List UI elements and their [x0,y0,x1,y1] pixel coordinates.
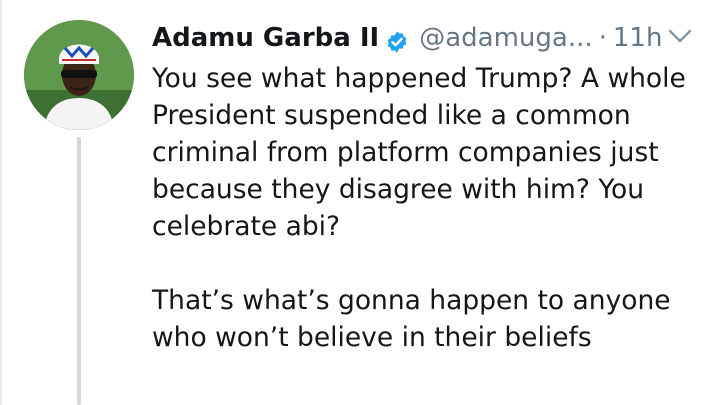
tweet-text: You see what happened Trump? A whole Pre… [152,60,707,356]
tweet-timestamp[interactable]: 11h [613,18,663,58]
author-handle[interactable]: @adamuga... [419,18,592,58]
verified-badge-icon [385,26,409,53]
avatar[interactable] [24,20,134,130]
chevron-down-icon[interactable] [666,26,694,46]
tweet-paragraph: That’s what’s gonna happen to anyone who… [152,285,671,353]
separator-dot: · [598,23,607,53]
tweet-header: Adamu Garba II @adamuga... · 11h [152,18,662,58]
thread-line [77,137,81,405]
author-name[interactable]: Adamu Garba II [152,18,379,58]
tweet-paragraph: You see what happened Trump? A whole Pre… [152,63,686,242]
left-border [0,0,2,405]
